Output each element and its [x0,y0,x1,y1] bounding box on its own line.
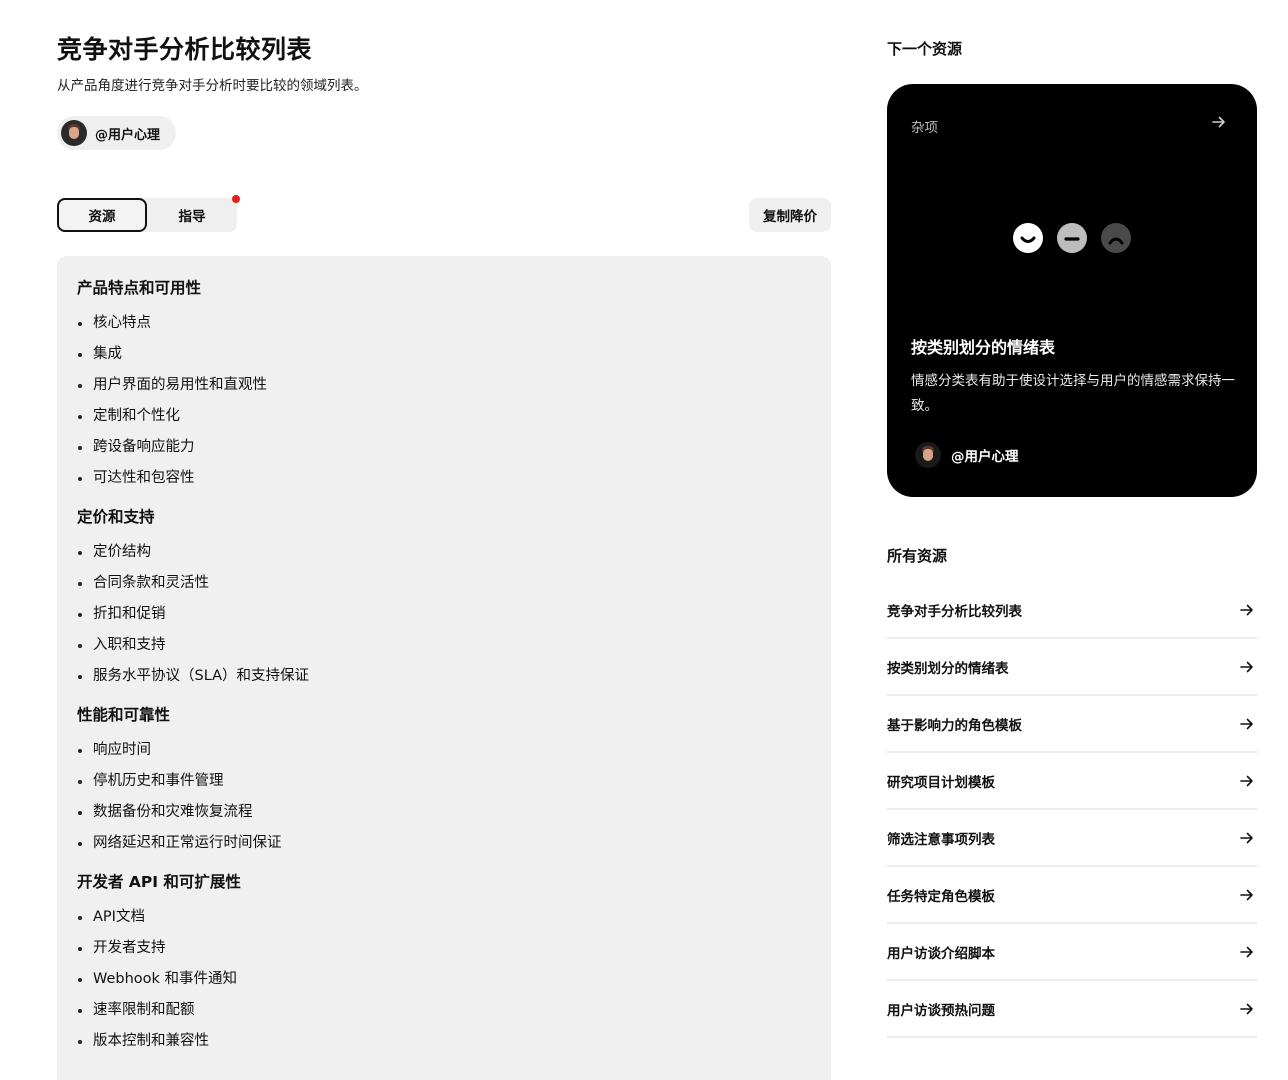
section-list: 定价结构 合同条款和灵活性 折扣和促销 入职和支持 服务水平协议（SLA）和支持… [77,537,811,692]
list-item: 折扣和促销 [77,599,811,630]
resource-link[interactable]: 任务特定角色模板 [887,867,1257,924]
section-heading: 定价和支持 [77,508,155,526]
list-item: 入职和支持 [77,630,811,661]
tab-guide[interactable]: 指导 [147,198,237,232]
list-item: 版本控制和兼容性 [77,1026,811,1057]
neutral-face-icon [1057,223,1087,253]
list-item: Webhook 和事件通知 [77,964,811,995]
section-features: 产品特点和可用性 核心特点 集成 用户界面的易用性和直观性 定制和个性化 跨设备… [77,274,811,494]
all-resources-list: 竞争对手分析比较列表 按类别划分的情绪表 基于影响力的角色模板 研究项目计划模板… [887,582,1257,1038]
section-heading: 性能和可靠性 [77,706,171,724]
list-item: 跨设备响应能力 [77,432,811,463]
section-developer-api: 开发者 API 和可扩展性 API文档 开发者支持 Webhook 和事件通知 … [77,868,811,1057]
list-item: 响应时间 [77,735,811,766]
resource-link[interactable]: 用户访谈介绍脚本 [887,924,1257,981]
section-list: API文档 开发者支持 Webhook 和事件通知 速率限制和配额 版本控制和兼… [77,902,811,1057]
resource-link[interactable]: 研究项目计划模板 [887,753,1257,810]
arrow-right-icon [1240,946,1253,957]
tab-bar: 资源 指导 [57,198,237,232]
section-pricing: 定价和支持 定价结构 合同条款和灵活性 折扣和促销 入职和支持 服务水平协议（S… [77,503,811,692]
page-subtitle: 从产品角度进行竞争对手分析时要比较的领域列表。 [57,78,368,94]
author-name: @用户心理 [95,127,161,143]
list-item: 定价结构 [77,537,811,568]
arrow-right-icon [1240,1003,1253,1014]
arrow-right-icon [1240,661,1253,672]
author-chip[interactable]: @用户心理 [57,116,177,150]
next-resource-heading: 下一个资源 [887,40,963,58]
arrow-right-icon [1240,775,1253,786]
resource-link[interactable]: 竞争对手分析比较列表 [887,582,1257,639]
list-item: 数据备份和灾难恢复流程 [77,797,811,828]
page-title: 竞争对手分析比较列表 [57,35,313,64]
arrow-right-icon [1240,604,1253,615]
card-category: 杂项 [911,120,938,136]
resource-content: 产品特点和可用性 核心特点 集成 用户界面的易用性和直观性 定制和个性化 跨设备… [57,256,831,1080]
resource-link[interactable]: 按类别划分的情绪表 [887,639,1257,696]
all-resources-heading: 所有资源 [887,547,948,565]
list-item: 开发者支持 [77,933,811,964]
notification-dot [232,195,240,203]
resource-link[interactable]: 筛选注意事项列表 [887,810,1257,867]
arrow-right-icon [1240,832,1253,843]
copy-markdown-button[interactable]: 复制降价 [749,198,831,232]
card-author: @用户心理 [915,442,1019,468]
list-item: 可达性和包容性 [77,463,811,494]
section-list: 响应时间 停机历史和事件管理 数据备份和灾难恢复流程 网络延迟和正常运行时间保证 [77,735,811,859]
avatar [61,120,87,146]
list-item: 用户界面的易用性和直观性 [77,370,811,401]
list-item: 合同条款和灵活性 [77,568,811,599]
section-heading: 开发者 API 和可扩展性 [77,873,241,891]
section-list: 核心特点 集成 用户界面的易用性和直观性 定制和个性化 跨设备响应能力 可达性和… [77,308,811,494]
resource-link[interactable]: 用户访谈预热问题 [887,981,1257,1038]
card-author-name: @用户心理 [951,449,1019,465]
list-item: 网络延迟和正常运行时间保证 [77,828,811,859]
page: 竞争对手分析比较列表 从产品角度进行竞争对手分析时要比较的领域列表。 @用户心理… [0,0,1288,1080]
sad-face-icon [1101,223,1131,253]
tab-resources[interactable]: 资源 [57,198,147,232]
resource-link[interactable]: 基于影响力的角色模板 [887,696,1257,753]
arrow-right-icon [1240,718,1253,729]
list-item: 服务水平协议（SLA）和支持保证 [77,661,811,692]
list-item: 核心特点 [77,308,811,339]
list-item: 集成 [77,339,811,370]
section-performance: 性能和可靠性 响应时间 停机历史和事件管理 数据备份和灾难恢复流程 网络延迟和正… [77,701,811,859]
happy-face-icon [1013,223,1043,253]
list-item: 速率限制和配额 [77,995,811,1026]
arrow-right-icon [1240,889,1253,900]
list-item: API文档 [77,902,811,933]
list-item: 定制和个性化 [77,401,811,432]
avatar [915,442,941,468]
arrow-right-icon [1211,114,1227,134]
next-resource-card[interactable]: 杂项 按类别划分的情绪表 情感分类表有助于使设计选择与用户的情感需求保持一致。 [887,84,1257,497]
list-item: 停机历史和事件管理 [77,766,811,797]
card-description: 情感分类表有助于使设计选择与用户的情感需求保持一致。 [911,373,1235,414]
section-heading: 产品特点和可用性 [77,279,202,297]
emotion-faces [1013,223,1131,253]
card-title: 按类别划分的情绪表 [911,338,1056,357]
